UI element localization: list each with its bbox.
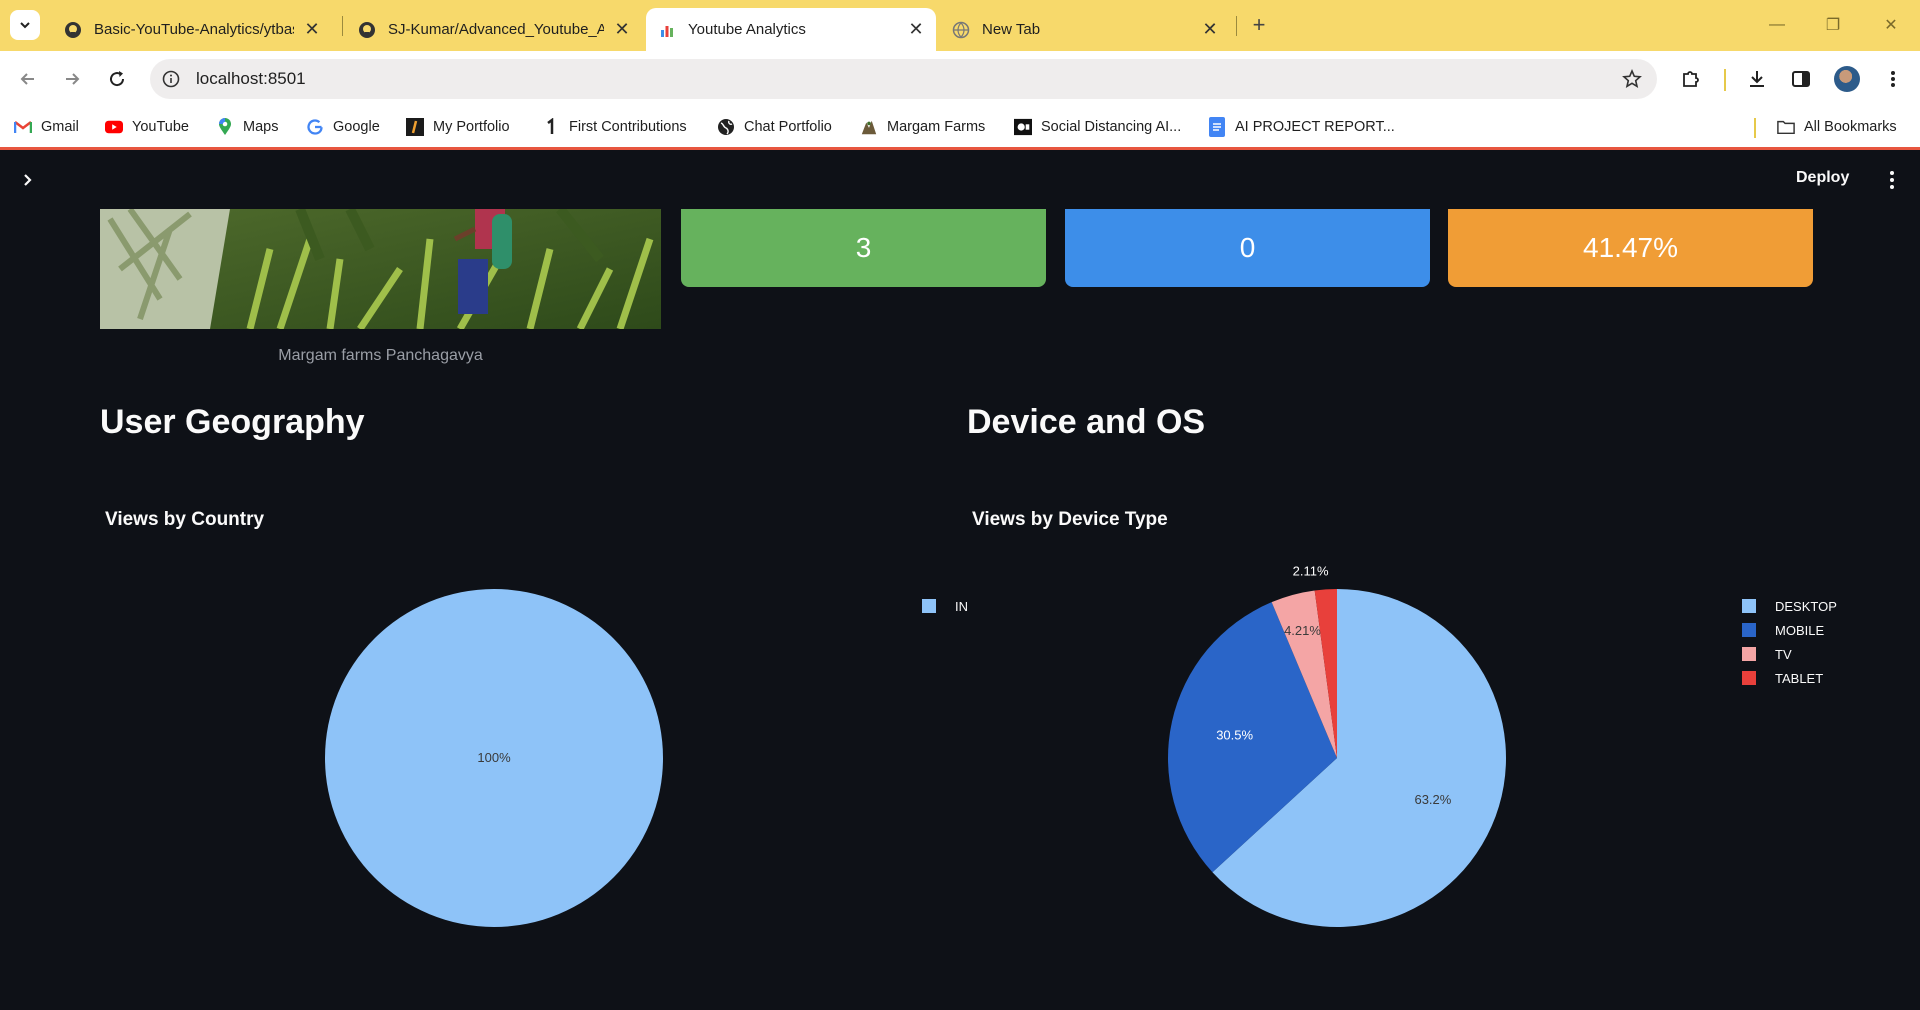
bookmarks-bar: Gmail YouTube Maps Google My Portfolio F… — [0, 106, 1920, 150]
tab-separator — [342, 16, 343, 36]
all-bookmarks-button[interactable]: All Bookmarks — [1777, 116, 1897, 138]
github-icon — [358, 21, 376, 39]
pie-label-desktop: 63.2% — [1414, 792, 1451, 807]
side-panel-button[interactable] — [1788, 66, 1814, 92]
pie-charts-canvas: 100% IN 63.2% 30.5% 4.21% 2.11% DESKTOP MOBILE T… — [325, 563, 1837, 927]
bookmark-my-portfolio[interactable]: My Portfolio — [406, 116, 510, 138]
bookmark-first-contributions[interactable]: First Contributions — [542, 116, 687, 138]
bookmarks-separator — [1754, 118, 1756, 138]
pie-label-in: 100% — [477, 750, 511, 765]
first-contributions-icon — [542, 118, 560, 136]
chart-favicon-icon — [658, 21, 676, 39]
bookmark-gmail[interactable]: Gmail — [14, 116, 79, 138]
arrow-right-icon — [66, 73, 80, 85]
back-button[interactable] — [13, 64, 43, 94]
browser-toolbar: localhost:8501 — [0, 51, 1920, 106]
legend-swatch-tablet — [1742, 671, 1756, 685]
bookmark-google[interactable]: Google — [306, 116, 380, 138]
pie-label-tablet: 2.11% — [1293, 563, 1329, 578]
bookmark-star-icon[interactable] — [1621, 68, 1643, 90]
github-icon — [64, 21, 82, 39]
arrow-left-icon — [20, 73, 34, 85]
side-panel-icon — [1792, 71, 1810, 87]
bookmark-label: Google — [333, 119, 380, 135]
youtube-icon — [105, 118, 123, 136]
bookmark-label: Chat Portfolio — [744, 119, 832, 135]
bookmark-label: Gmail — [41, 119, 79, 135]
tab-title: Basic-YouTube-Analytics/ytbasic — [94, 21, 294, 38]
legend-swatch-in — [922, 599, 936, 613]
tab-title: New Tab — [982, 21, 1041, 38]
tab-search-button[interactable] — [10, 10, 40, 40]
legend-label-in: IN — [955, 599, 968, 614]
chevron-down-icon — [20, 22, 30, 29]
maps-pin-icon — [216, 118, 234, 136]
folder-icon — [1777, 118, 1795, 136]
reload-button[interactable] — [102, 64, 132, 94]
browser-menu-button[interactable] — [1880, 66, 1906, 92]
bookmark-social-distancing[interactable]: Social Distancing AI... — [1014, 116, 1181, 138]
downloads-button[interactable] — [1744, 66, 1770, 92]
bookmark-label: Margam Farms — [887, 119, 986, 135]
extensions-button[interactable] — [1678, 66, 1704, 92]
restore-button[interactable]: ❐ — [1818, 12, 1848, 38]
gmail-icon — [14, 118, 32, 136]
legend-swatch-desktop — [1742, 599, 1756, 613]
toolbar-separator — [1724, 69, 1726, 91]
camera-icon — [1014, 118, 1032, 136]
streamlit-app: Deploy Margam farms Panchagavya 3 0 41.4… — [0, 153, 1920, 1010]
tab-new-tab[interactable]: New Tab ✕ — [946, 8, 1226, 51]
reload-icon — [110, 71, 125, 87]
globe-icon — [717, 118, 735, 136]
tab-advanced-youtube-analytics[interactable]: SJ-Kumar/Advanced_Youtube_A ✕ — [352, 8, 638, 51]
bookmark-label: Maps — [243, 119, 279, 135]
bookmark-label: Social Distancing AI... — [1041, 119, 1182, 135]
portfolio-icon — [406, 118, 424, 136]
bookmark-youtube[interactable]: YouTube — [105, 116, 189, 138]
pie-label-tv: 4.21% — [1284, 623, 1321, 638]
forward-button[interactable] — [57, 64, 87, 94]
pie-label-mobile: 30.5% — [1216, 728, 1253, 743]
bookmark-label: First Contributions — [569, 119, 687, 135]
minimize-button[interactable]: — — [1762, 12, 1792, 38]
close-tab-icon[interactable]: ✕ — [612, 19, 632, 40]
download-icon — [1750, 71, 1764, 87]
legend-label-mobile: MOBILE — [1775, 623, 1824, 638]
docs-icon — [1208, 117, 1226, 137]
legend-label-tablet: TABLET — [1775, 671, 1823, 686]
close-tab-icon[interactable]: ✕ — [906, 19, 926, 40]
bookmark-ai-project-report[interactable]: AI PROJECT REPORT... — [1208, 116, 1395, 138]
profile-avatar[interactable] — [1834, 66, 1860, 92]
bookmark-label: AI PROJECT REPORT... — [1235, 119, 1395, 135]
legend-swatch-tv — [1742, 647, 1756, 661]
tab-separator — [1236, 16, 1237, 36]
address-bar[interactable]: localhost:8501 — [150, 59, 1657, 99]
browser-tab-strip: Basic-YouTube-Analytics/ytbasic ✕ SJ-Kum… — [0, 0, 1920, 51]
bookmark-label: All Bookmarks — [1804, 119, 1897, 135]
bookmark-label: YouTube — [132, 119, 189, 135]
url-text: localhost:8501 — [196, 69, 306, 88]
close-window-button[interactable]: ✕ — [1876, 12, 1906, 38]
site-info-icon[interactable] — [160, 68, 182, 90]
google-icon — [306, 118, 324, 136]
legend-swatch-mobile — [1742, 623, 1756, 637]
tab-youtube-analytics[interactable]: Youtube Analytics ✕ — [646, 8, 936, 51]
legend-label-tv: TV — [1775, 647, 1792, 662]
new-tab-button[interactable]: + — [1246, 12, 1272, 38]
farm-icon — [860, 118, 878, 136]
bookmark-chat-portfolio[interactable]: Chat Portfolio — [717, 116, 832, 138]
bookmark-margam-farms[interactable]: Margam Farms — [860, 116, 985, 138]
close-tab-icon[interactable]: ✕ — [302, 19, 322, 40]
tab-title: Youtube Analytics — [688, 21, 806, 38]
close-tab-icon[interactable]: ✕ — [1200, 19, 1220, 40]
bookmark-label: My Portfolio — [433, 119, 510, 135]
tab-title: SJ-Kumar/Advanced_Youtube_A — [388, 21, 604, 38]
kebab-menu-icon — [1891, 71, 1895, 87]
tab-basic-youtube-analytics[interactable]: Basic-YouTube-Analytics/ytbasic ✕ — [58, 8, 328, 51]
globe-icon — [952, 21, 970, 39]
legend-label-desktop: DESKTOP — [1775, 599, 1837, 614]
puzzle-icon — [1683, 71, 1699, 87]
bookmark-maps[interactable]: Maps — [216, 116, 278, 138]
